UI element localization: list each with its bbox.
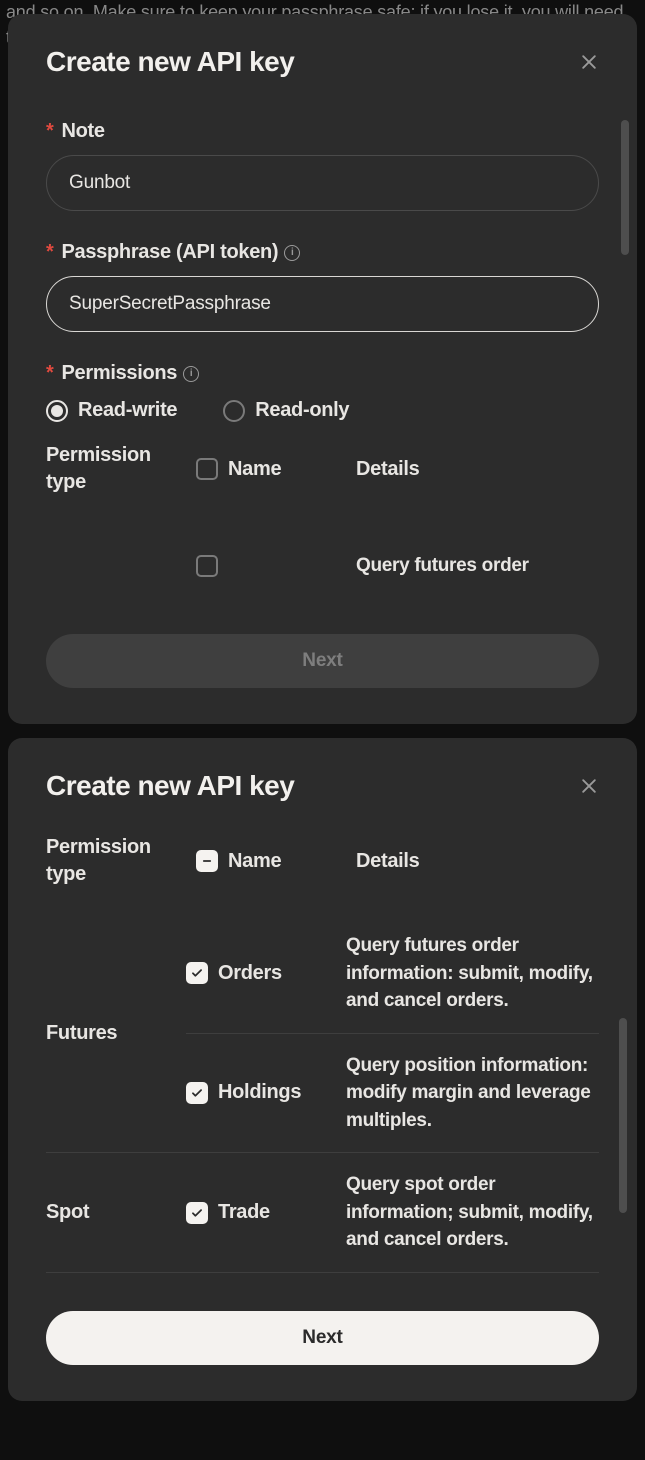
- checkbox-row[interactable]: [186, 1202, 208, 1224]
- close-icon[interactable]: [579, 776, 599, 796]
- checkbox-select-all[interactable]: [196, 850, 218, 872]
- permission-details: Query position information: modify margi…: [346, 1052, 599, 1135]
- radio-read-only[interactable]: Read-only: [223, 399, 349, 422]
- permissions-label: *Permissions i: [46, 362, 599, 385]
- info-icon[interactable]: i: [284, 245, 300, 261]
- next-button[interactable]: Next: [46, 1311, 599, 1365]
- permission-row: Holdings Query position information: modi…: [186, 1033, 599, 1153]
- scrollbar-thumb[interactable]: [619, 1018, 627, 1213]
- create-api-key-modal-bottom: Create new API key Permission type Name …: [8, 738, 637, 1401]
- note-label: *Note: [46, 120, 599, 143]
- checkbox-select-all[interactable]: [196, 458, 218, 480]
- checkbox-row[interactable]: [186, 1082, 208, 1104]
- col-name: Name: [228, 850, 281, 873]
- col-details: Details: [356, 850, 599, 873]
- checkbox-row[interactable]: [196, 555, 218, 577]
- col-name: Name: [228, 458, 281, 481]
- col-details: Details: [356, 458, 599, 481]
- permission-group: Spot Trade Query spot order information; s…: [46, 1153, 599, 1273]
- create-api-key-modal-top: Create new API key *Note *Passphrase (AP…: [8, 14, 637, 724]
- radio-read-write[interactable]: Read-write: [46, 399, 177, 422]
- col-permission-type: Permission type: [46, 834, 186, 888]
- perm-details-peek: Query futures order: [356, 552, 599, 580]
- close-icon[interactable]: [579, 52, 599, 72]
- permission-name: Holdings: [218, 1081, 301, 1104]
- col-permission-type: Permission type: [46, 442, 186, 496]
- permission-group: Futures Orders Query futures order informa…: [46, 914, 599, 1153]
- next-button[interactable]: Next: [46, 634, 599, 688]
- info-icon[interactable]: i: [183, 366, 199, 382]
- permission-details: Query futures order information: submit,…: [346, 932, 599, 1015]
- modal-title: Create new API key: [46, 46, 294, 78]
- permission-name: Orders: [218, 962, 282, 985]
- permission-name: Trade: [218, 1201, 270, 1224]
- modal-title: Create new API key: [46, 770, 294, 802]
- permission-type-label: Spot: [46, 1201, 186, 1224]
- passphrase-input[interactable]: [46, 276, 599, 332]
- passphrase-label: *Passphrase (API token) i: [46, 241, 599, 264]
- permission-row: Orders Query futures order information: s…: [186, 914, 599, 1033]
- note-input[interactable]: [46, 155, 599, 211]
- scrollbar-thumb[interactable]: [621, 120, 629, 255]
- permission-type-label: Futures: [46, 1022, 186, 1045]
- permission-details: Query spot order information; submit, mo…: [346, 1171, 599, 1254]
- permission-row: Trade Query spot order information; submi…: [186, 1153, 599, 1272]
- checkbox-row[interactable]: [186, 962, 208, 984]
